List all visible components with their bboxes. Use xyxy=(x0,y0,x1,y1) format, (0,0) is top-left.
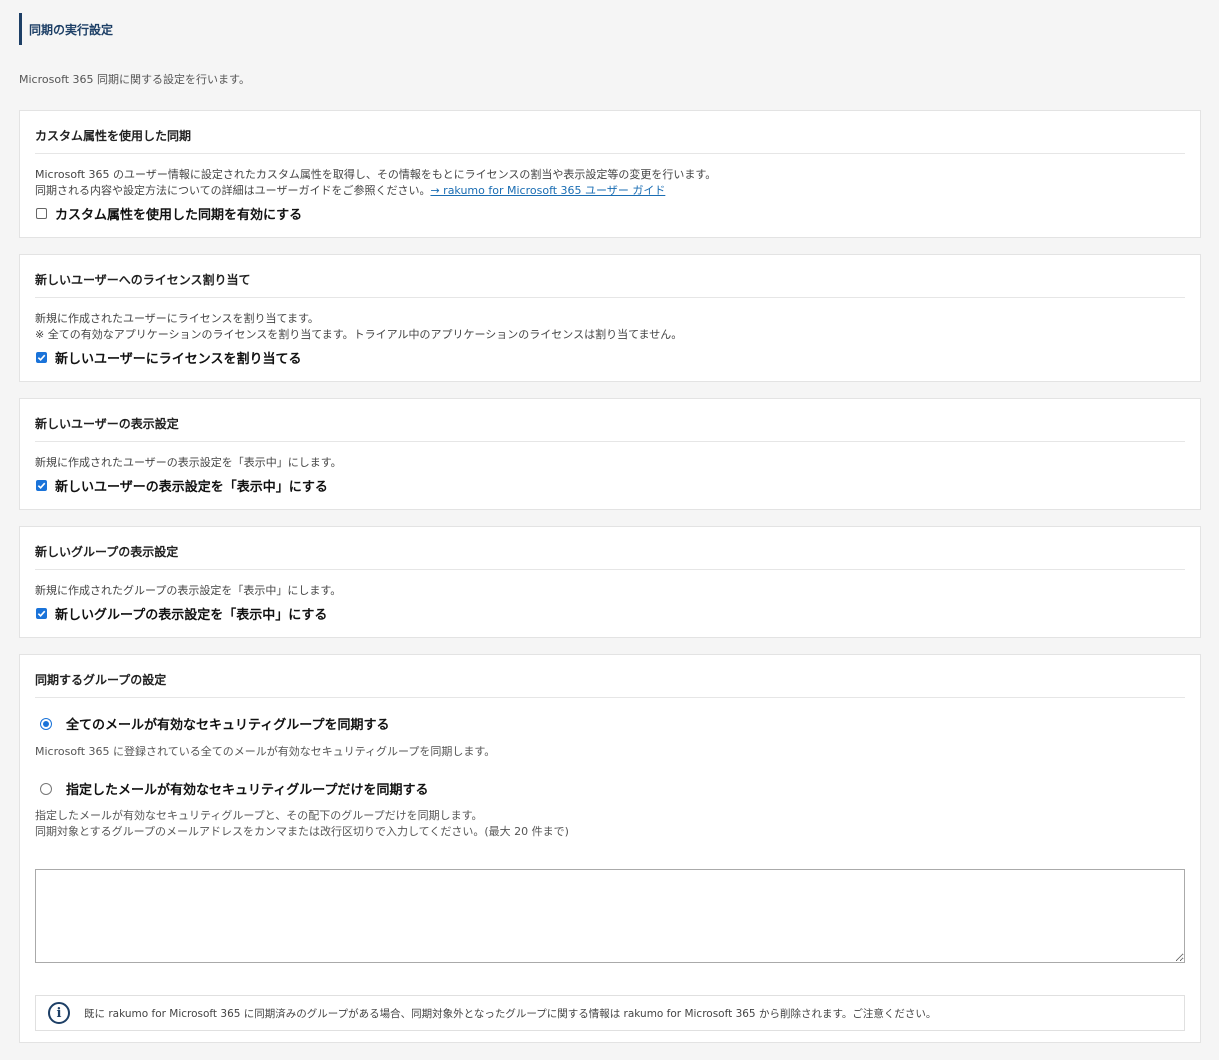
custom-attribute-checkbox[interactable] xyxy=(36,208,47,219)
license-description: 新規に作成されたユーザーにライセンスを割り当てます。 ※ 全ての有効なアプリケー… xyxy=(35,311,1185,343)
option-specified-label: 指定したメールが有効なセキュリティグループだけを同期する xyxy=(66,783,429,798)
group-display-checkbox[interactable] xyxy=(36,608,47,619)
user-display-description: 新規に作成されたユーザーの表示設定を「表示中」にします。 xyxy=(35,455,1185,471)
custom-attribute-description: Microsoft 365 のユーザー情報に設定されたカスタム属性を取得し、その… xyxy=(35,167,1185,199)
option-all-description: Microsoft 365 に登録されている全てのメールが有効なセキュリティグル… xyxy=(35,745,496,758)
option-all-label: 全てのメールが有効なセキュリティグループを同期する xyxy=(66,718,390,733)
user-display-desc-line1: 新規に作成されたユーザーの表示設定を「表示中」にします。 xyxy=(35,456,342,469)
option-specified-description: 指定したメールが有効なセキュリティグループと、その配下のグループだけを同期します… xyxy=(35,808,1185,840)
custom-attribute-checkbox-label: カスタム属性を使用した同期を有効にする xyxy=(55,208,303,223)
deletion-notice-text: 既に rakumo for Microsoft 365 に同期済みのグループがあ… xyxy=(84,1007,937,1020)
license-toggle[interactable]: 新しいユーザーにライセンスを割り当てる xyxy=(35,348,1185,367)
license-desc-line2: ※ 全ての有効なアプリケーションのライセンスを割り当てます。トライアル中のアプリ… xyxy=(35,328,683,341)
user-display-heading: 新しいユーザーの表示設定 xyxy=(35,415,1185,442)
user-display-card: 新しいユーザーの表示設定 新規に作成されたユーザーの表示設定を「表示中」にします… xyxy=(19,398,1201,510)
custom-attribute-toggle[interactable]: カスタム属性を使用した同期を有効にする xyxy=(35,204,1185,223)
page-title: 同期の実行設定 xyxy=(19,13,1201,45)
user-display-checkbox-label: 新しいユーザーの表示設定を「表示中」にする xyxy=(55,480,328,495)
license-checkbox[interactable] xyxy=(36,352,47,363)
license-heading: 新しいユーザーへのライセンス割り当て xyxy=(35,271,1185,298)
group-display-card: 新しいグループの表示設定 新規に作成されたグループの表示設定を「表示中」にします… xyxy=(19,526,1201,638)
option-specified-radio[interactable] xyxy=(40,782,52,795)
option-specified-desc-line2: 同期対象とするグループのメールアドレスをカンマまたは改行区切りで入力してください… xyxy=(35,825,569,838)
user-guide-link[interactable]: → rakumo for Microsoft 365 ユーザー ガイド xyxy=(430,184,665,197)
custom-attribute-heading: カスタム属性を使用した同期 xyxy=(35,127,1185,154)
group-display-description: 新規に作成されたグループの表示設定を「表示中」にします。 xyxy=(35,583,1185,599)
option-specified-desc-line1: 指定したメールが有効なセキュリティグループと、その配下のグループだけを同期します… xyxy=(35,809,483,822)
sync-settings-page: 同期の実行設定 Microsoft 365 同期に関する設定を行います。 カスタ… xyxy=(0,13,1219,1043)
custom-attribute-desc-line2: 同期される内容や設定方法についての詳細はユーザーガイドをご参照ください。→ ra… xyxy=(35,183,1185,199)
option-specified-groups[interactable]: 指定したメールが有効なセキュリティグループだけを同期する xyxy=(35,779,1185,798)
user-display-checkbox[interactable] xyxy=(36,480,47,491)
option-all-groups[interactable]: 全てのメールが有効なセキュリティグループを同期する xyxy=(35,714,1185,733)
license-card: 新しいユーザーへのライセンス割り当て 新規に作成されたユーザーにライセンスを割り… xyxy=(19,254,1201,382)
sync-groups-heading: 同期するグループの設定 xyxy=(35,671,1185,698)
group-email-textarea[interactable] xyxy=(35,869,1185,963)
option-all-radio[interactable] xyxy=(40,717,52,730)
deletion-notice: i 既に rakumo for Microsoft 365 に同期済みのグループ… xyxy=(35,995,1185,1031)
custom-attribute-desc-line1: Microsoft 365 のユーザー情報に設定されたカスタム属性を取得し、その… xyxy=(35,168,717,181)
page-description: Microsoft 365 同期に関する設定を行います。 xyxy=(19,73,250,86)
group-display-toggle[interactable]: 新しいグループの表示設定を「表示中」にする xyxy=(35,604,1185,623)
license-desc-line1: 新規に作成されたユーザーにライセンスを割り当てます。 xyxy=(35,312,319,325)
info-icon: i xyxy=(48,1002,70,1024)
group-display-heading: 新しいグループの表示設定 xyxy=(35,543,1185,570)
sync-groups-card: 同期するグループの設定 全てのメールが有効なセキュリティグループを同期する Mi… xyxy=(19,654,1201,1043)
user-display-toggle[interactable]: 新しいユーザーの表示設定を「表示中」にする xyxy=(35,476,1185,495)
custom-attribute-desc-text: 同期される内容や設定方法についての詳細はユーザーガイドをご参照ください。 xyxy=(35,184,431,197)
group-display-checkbox-label: 新しいグループの表示設定を「表示中」にする xyxy=(55,608,328,623)
group-display-desc-line1: 新規に作成されたグループの表示設定を「表示中」にします。 xyxy=(35,584,342,597)
custom-attribute-card: カスタム属性を使用した同期 Microsoft 365 のユーザー情報に設定され… xyxy=(19,110,1201,238)
license-checkbox-label: 新しいユーザーにライセンスを割り当てる xyxy=(55,352,302,367)
